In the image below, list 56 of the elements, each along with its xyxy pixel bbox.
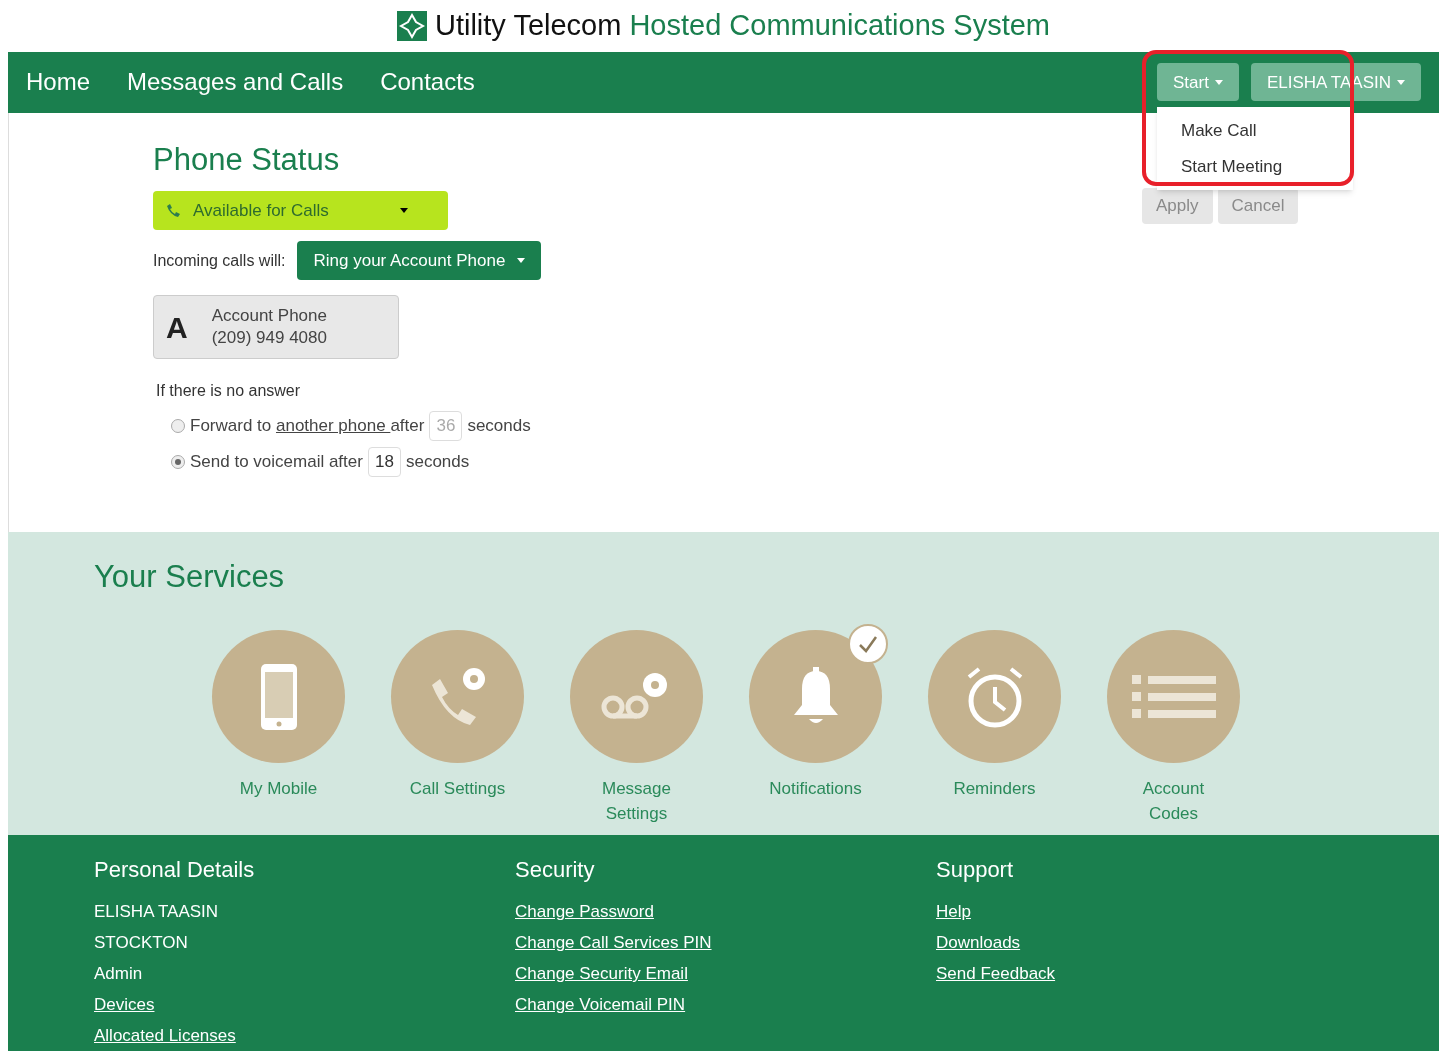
footer-link[interactable]: Devices <box>94 989 155 1020</box>
nav-link[interactable]: Messages and Calls <box>127 64 344 101</box>
service-label[interactable]: Call Settings <box>407 776 508 802</box>
nav-link[interactable]: Home <box>26 64 91 101</box>
service-label[interactable]: Message Settings <box>586 776 687 827</box>
footer-link[interactable]: Send Feedback <box>936 958 1056 989</box>
service-label[interactable]: Account Codes <box>1123 776 1224 827</box>
service-label[interactable]: Notifications <box>765 776 866 802</box>
seconds-label: seconds <box>405 451 470 474</box>
caret-icon <box>1214 79 1223 85</box>
section-title: Phone Status <box>153 140 340 179</box>
footer-link[interactable]: Allocated Licenses <box>94 1020 236 1051</box>
footer-heading: Support <box>936 856 1015 884</box>
section-title: Your Services <box>94 557 286 596</box>
seconds-field[interactable]: 18 <box>367 447 401 478</box>
nav-link[interactable]: Contacts <box>380 64 475 101</box>
radio-button[interactable] <box>171 419 185 434</box>
footer-heading: Personal Details <box>94 856 256 884</box>
another-phone-link[interactable]: another phone <box>276 413 391 439</box>
checkmark-icon <box>858 635 878 654</box>
list-icon <box>1131 674 1216 719</box>
option-label: after <box>390 415 425 438</box>
footer-text: Admin <box>94 963 143 985</box>
no-answer-label: If there is no answer <box>156 381 301 402</box>
footer-link[interactable]: Help <box>936 896 971 927</box>
incoming-dropdown[interactable]: Ring your Account Phone <box>297 241 542 281</box>
device-number: (209) 949 4080 <box>211 327 327 350</box>
menu-item[interactable]: Make Call <box>1157 113 1353 149</box>
mobile-phone-icon <box>258 661 299 732</box>
option-label: Send to voicemail after <box>190 451 363 474</box>
device-letter: A <box>166 309 188 346</box>
footer-link[interactable]: Change Voicemail PIN <box>515 989 686 1020</box>
footer-text: ELISHA TAASIN <box>94 901 219 923</box>
footer-link[interactable]: Change Password <box>515 896 654 927</box>
footer-heading: Security <box>515 856 596 884</box>
caret-icon <box>1397 79 1405 85</box>
logo-icon <box>396 10 427 41</box>
option-label: Forward to <box>190 415 273 438</box>
incoming-label: Incoming calls will: <box>153 250 286 271</box>
device-card[interactable]: A Account Phone (209) 949 4080 <box>153 295 399 360</box>
status-dropdown[interactable]: Available for Calls <box>153 191 448 231</box>
caret-icon <box>400 208 408 214</box>
radio-button[interactable] <box>171 455 185 470</box>
footer-link[interactable]: Downloads <box>936 927 1021 958</box>
service-label[interactable]: Reminders <box>944 776 1045 802</box>
service-label[interactable]: My Mobile <box>228 776 329 802</box>
footer-link[interactable]: Change Call Services PIN <box>515 927 712 958</box>
brand-name: Utility Telecom <box>434 8 622 44</box>
seconds-label: seconds <box>467 415 531 438</box>
product-name: Hosted Communications System <box>629 8 1051 44</box>
caret-icon <box>517 258 526 264</box>
footer-link[interactable]: Change Security Email <box>515 958 688 989</box>
menu-item[interactable]: Start Meeting <box>1157 148 1353 185</box>
device-name: Account Phone <box>211 305 327 328</box>
phone-icon <box>165 202 181 219</box>
footer-text: STOCKTON <box>94 932 188 954</box>
